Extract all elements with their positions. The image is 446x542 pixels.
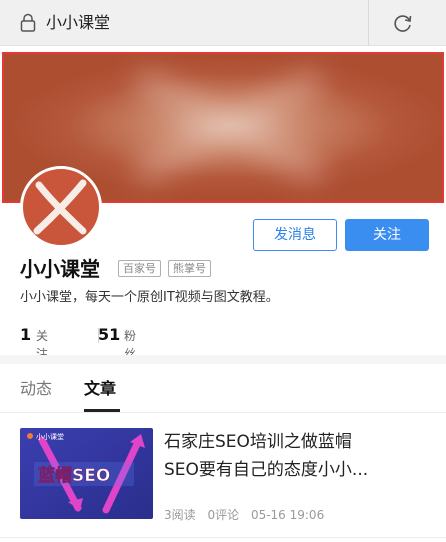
reload-icon[interactable] [392, 12, 414, 34]
article-thumbnail[interactable]: 小小课堂 蓝帽SEO [20, 428, 153, 519]
follow-button[interactable]: 关注 [345, 219, 429, 251]
article-comments: 0评论 [207, 508, 240, 522]
tab-dynamic[interactable]: 动态 [20, 378, 52, 400]
article-title-line-2: SEO要有自己的态度小小... [164, 460, 369, 480]
following-count[interactable]: 1 [20, 324, 31, 346]
profile-name: 小小课堂 [20, 257, 100, 281]
section-gap [0, 355, 446, 364]
badge-baijiahao: 百家号 [118, 260, 161, 277]
article-reads: 3阅读 [164, 508, 196, 522]
address-bar-separator [368, 0, 369, 46]
profile-bio: 小小课堂，每天一个原创IT视频与图文教程。 [20, 290, 279, 305]
list-item[interactable]: 小小课堂 蓝帽SEO 石家庄SEO培训之做蓝帽 SEO要有自己的态度小小... … [20, 428, 430, 528]
fans-count[interactable]: 51 [98, 324, 120, 346]
avatar-logo-icon [33, 179, 87, 235]
article-date: 05-16 19:06 [250, 508, 325, 522]
send-message-button[interactable]: 发消息 [253, 219, 337, 251]
article-meta: 3阅读 0评论 05-16 19:06 [164, 507, 332, 523]
thumbnail-title-text: 蓝帽SEO [38, 465, 110, 486]
tabs-divider [0, 412, 446, 413]
address-bar: 小小课堂 [0, 0, 446, 46]
badge-xiongzhanghao: 熊掌号 [168, 260, 211, 277]
address-bar-title[interactable]: 小小课堂 [46, 12, 110, 34]
lock-icon [20, 13, 36, 32]
article-title-line-1: 石家庄SEO培训之做蓝帽 [164, 432, 352, 452]
tab-articles[interactable]: 文章 [84, 378, 116, 400]
article-title[interactable]: 石家庄SEO培训之做蓝帽 SEO要有自己的态度小小... [164, 428, 426, 484]
avatar[interactable] [20, 166, 102, 248]
thumbnail-brand-text: 小小课堂 [36, 432, 64, 441]
list-divider [0, 537, 446, 538]
